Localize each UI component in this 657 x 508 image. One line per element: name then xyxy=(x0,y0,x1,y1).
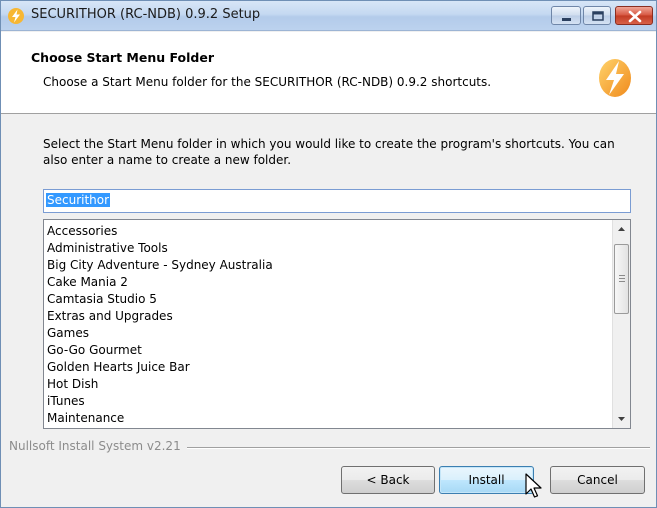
page-header: Choose Start Menu Folder Choose a Start … xyxy=(1,32,656,114)
close-icon xyxy=(628,10,642,23)
folder-list-item[interactable]: Go-Go Gourmet xyxy=(47,342,630,359)
maximize-button[interactable] xyxy=(583,6,611,25)
instructions-text: Select the Start Menu folder in which yo… xyxy=(43,137,615,167)
title-bar[interactable]: SECURITHOR (RC-NDB) 0.9.2 Setup xyxy=(1,1,656,31)
start-menu-folder-list[interactable]: Accessories Administrative Tools Big City … xyxy=(43,219,631,429)
setup-window: SECURITHOR (RC-NDB) 0.9.2 Setup Choose S… xyxy=(0,0,657,508)
scroll-up-arrow-icon[interactable] xyxy=(613,220,630,237)
branding-text: Nullsoft Install System v2.21 xyxy=(9,439,187,453)
folder-list-item[interactable]: Extras and Upgrades xyxy=(47,308,630,325)
folder-list-item[interactable]: Administrative Tools xyxy=(47,240,630,257)
vertical-scrollbar[interactable] xyxy=(612,220,630,428)
install-button[interactable]: Install xyxy=(439,466,534,494)
nsis-branding: Nullsoft Install System v2.21 xyxy=(1,439,656,455)
app-lightning-icon xyxy=(8,8,24,24)
lightning-bolt-icon xyxy=(599,59,631,97)
folder-name-value: Securithor xyxy=(46,193,111,207)
thumb-grip xyxy=(619,278,625,279)
folder-list-item[interactable]: Golden Hearts Juice Bar xyxy=(47,359,630,376)
folder-list-item[interactable]: Maintenance xyxy=(47,410,630,427)
cancel-button[interactable]: Cancel xyxy=(550,466,645,494)
folder-list-item[interactable]: Cake Mania 2 xyxy=(47,274,630,291)
close-button[interactable] xyxy=(615,6,653,25)
minimize-button[interactable] xyxy=(551,6,581,25)
scroll-down-arrow-icon[interactable] xyxy=(613,411,630,428)
back-button[interactable]: < Back xyxy=(341,466,435,494)
mouse-pointer-icon xyxy=(525,473,542,498)
thumb-grip xyxy=(619,281,625,282)
folder-list-item[interactable]: iTunes xyxy=(47,393,630,410)
folder-list-item[interactable]: Camtasia Studio 5 xyxy=(47,291,630,308)
maximize-icon xyxy=(592,11,604,21)
page-subtitle: Choose a Start Menu folder for the SECUR… xyxy=(43,75,492,89)
folder-name-input[interactable]: Securithor xyxy=(43,189,631,213)
window-title: SECURITHOR (RC-NDB) 0.9.2 Setup xyxy=(31,7,261,22)
folder-list-item[interactable]: Games xyxy=(47,325,630,342)
folder-list-items: Accessories Administrative Tools Big City … xyxy=(44,220,630,427)
folder-list-item[interactable]: Hot Dish xyxy=(47,376,630,393)
folder-list-item[interactable]: Accessories xyxy=(47,223,630,240)
thumb-grip xyxy=(619,275,625,276)
folder-list-item[interactable]: Big City Adventure - Sydney Australia xyxy=(47,257,630,274)
page-title: Choose Start Menu Folder xyxy=(31,50,214,65)
minimize-icon xyxy=(562,18,571,21)
scrollbar-thumb[interactable] xyxy=(614,244,629,314)
